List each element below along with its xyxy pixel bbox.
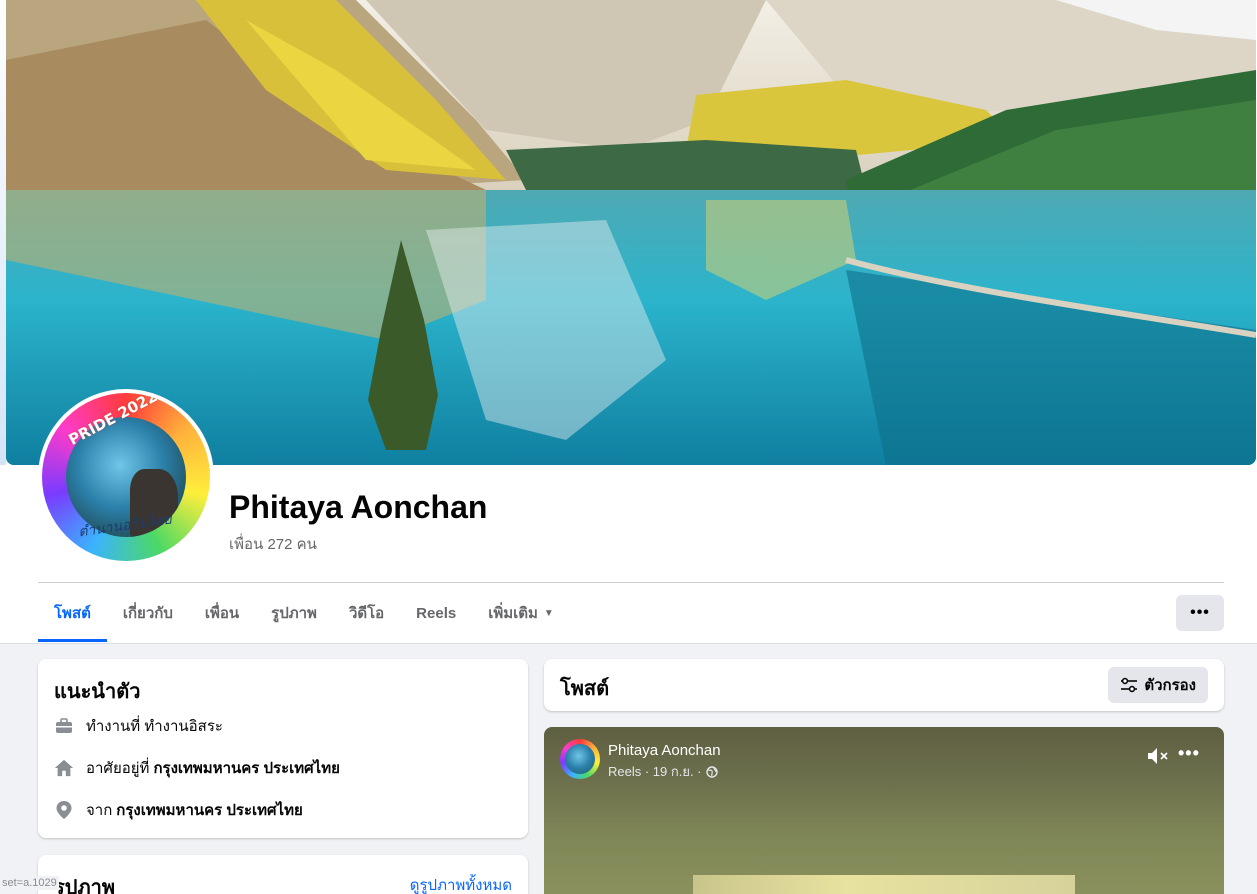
intro-from-prefix: จาก [86, 802, 113, 819]
avatar-rainbow-frame: PRIDE 2022 ตำนานอธิปไตย [42, 393, 210, 561]
location-pin-icon [54, 800, 74, 820]
tab-label: วิดีโอ [348, 605, 385, 622]
intro-from-link[interactable]: กรุงเทพมหานคร ประเทศไทย [116, 798, 302, 822]
tab-label: เพื่อน [204, 605, 240, 622]
profile-more-options-button[interactable]: ••• [1176, 595, 1224, 631]
reel-meta-text: Reels · 19 ก.ย. · [608, 764, 702, 779]
posts-title: โพสต์ [560, 678, 610, 700]
globe-icon [705, 765, 718, 778]
caret-down-icon: ▼ [543, 607, 554, 619]
cover-landscape-image [6, 0, 1256, 465]
friend-count-link[interactable]: เพื่อน 272 คน [229, 532, 317, 556]
tab-reels[interactable]: Reels [400, 584, 472, 642]
tab-about[interactable]: เกี่ยวกับ [107, 584, 189, 642]
filter-sliders-icon [1121, 677, 1138, 693]
reel-post-card[interactable]: Phitaya Aonchan Reels · 19 ก.ย. · ••• [544, 727, 1224, 894]
filter-button[interactable]: ตัวกรอง [1108, 667, 1208, 703]
tab-photos[interactable]: รูปภาพ [255, 584, 333, 642]
briefcase-icon [54, 716, 74, 736]
intro-work-text: ทำงานที่ ทำงานอิสระ [86, 718, 223, 735]
tab-label: รูปภาพ [271, 605, 317, 622]
status-bar-url: set=a.1029 [0, 876, 59, 890]
tab-label: โพสต์ [54, 605, 91, 622]
header-divider [38, 582, 1224, 583]
tab-videos[interactable]: วิดีโอ [333, 584, 400, 642]
speaker-muted-icon[interactable] [1147, 747, 1169, 765]
posts-header-card: โพสต์ ตัวกรอง [544, 659, 1224, 711]
profile-name: Phitaya Aonchan [229, 489, 488, 525]
reel-author-avatar[interactable] [560, 739, 600, 779]
tab-friends[interactable]: เพื่อน [189, 584, 255, 642]
home-icon [54, 758, 74, 778]
photos-card: รูปภาพ ดูรูปภาพทั้งหมด [38, 855, 528, 894]
reel-meta: Reels · 19 ก.ย. · [608, 761, 718, 782]
reel-video-preview[interactable] [693, 875, 1075, 894]
intro-title: แนะนำตัว [54, 681, 141, 703]
photos-title: รูปภาพ [54, 877, 116, 894]
tab-posts[interactable]: โพสต์ [38, 584, 107, 642]
reel-more-options-button[interactable]: ••• [1178, 743, 1200, 764]
intro-lives-prefix: อาศัยอยู่ที่ [86, 760, 150, 777]
intro-work-row: ทำงานที่ ทำงานอิสระ [54, 714, 223, 738]
tab-label: เกี่ยวกับ [122, 605, 173, 622]
intro-card: แนะนำตัว ทำงานที่ ทำงานอิสระ อาศัยอยู่ที… [38, 659, 528, 838]
tab-label: Reels [416, 604, 457, 622]
reel-author-name[interactable]: Phitaya Aonchan [608, 742, 721, 759]
tab-more[interactable]: เพิ่มเติม ▼ [472, 584, 570, 642]
filter-button-label: ตัวกรอง [1144, 677, 1196, 694]
see-all-photos-link[interactable]: ดูรูปภาพทั้งหมด [410, 873, 512, 894]
profile-tabs: โพสต์ เกี่ยวกับ เพื่อน รูปภาพ วิดีโอ Ree… [38, 584, 570, 642]
intro-lives-link[interactable]: กรุงเทพมหานคร ประเทศไทย [153, 756, 339, 780]
intro-lives-row: อาศัยอยู่ที่ กรุงเทพมหานคร ประเทศไทย [54, 756, 340, 780]
tab-label: เพิ่มเติม [488, 605, 538, 622]
profile-avatar[interactable]: PRIDE 2022 ตำนานอธิปไตย [38, 389, 214, 565]
cover-photo[interactable] [6, 0, 1256, 465]
intro-from-row: จาก กรุงเทพมหานคร ประเทศไทย [54, 798, 303, 822]
